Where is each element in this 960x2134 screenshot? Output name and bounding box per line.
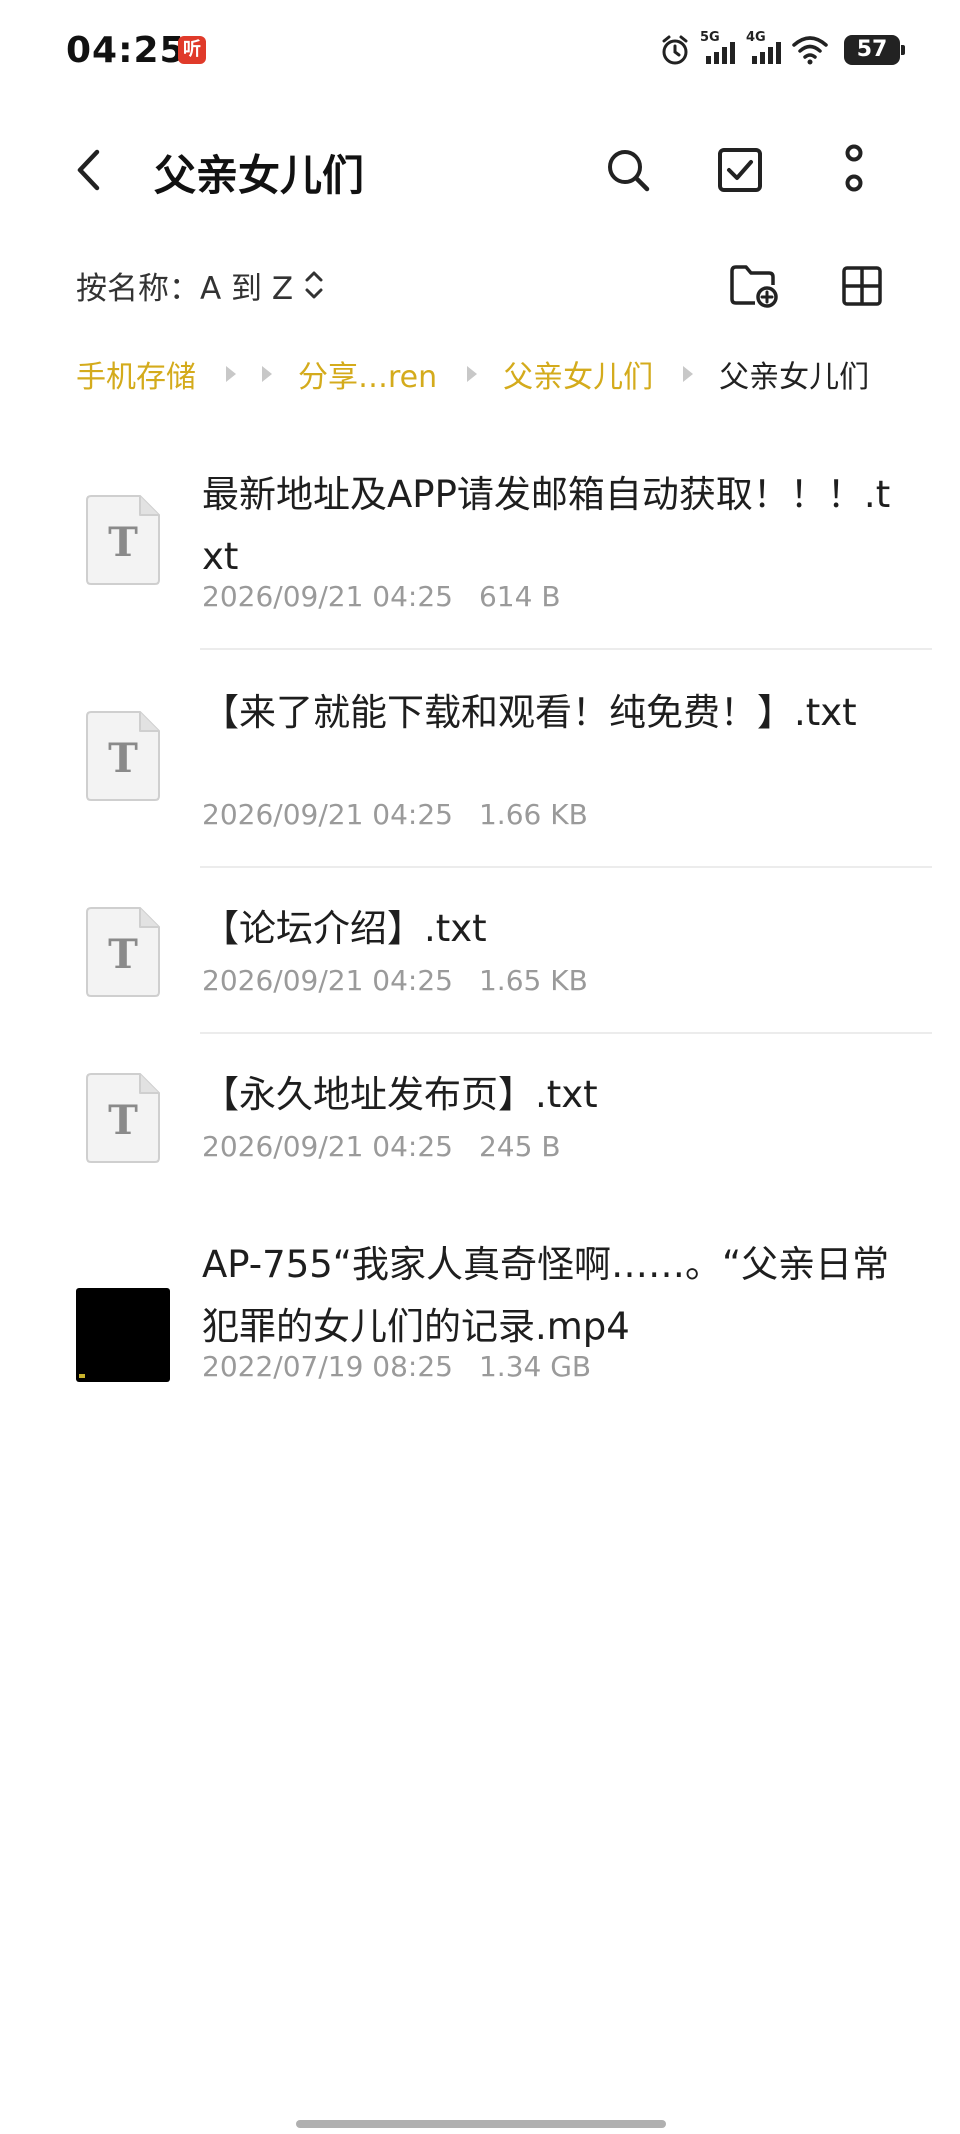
- signal-5g-icon: 5G: [700, 30, 736, 66]
- sort-label: 按名称：A 到 Z: [76, 270, 294, 307]
- svg-text:T: T: [108, 931, 138, 978]
- file-list: T 最新地址及APP请发邮箱自动获取！！！.txt 2026/09/21 04:…: [0, 454, 960, 1420]
- gesture-navigation-bar[interactable]: [296, 2120, 666, 2128]
- file-date: 2026/09/21 04:25: [202, 798, 453, 831]
- grid-view-button[interactable]: [830, 254, 894, 318]
- breadcrumb-item-share[interactable]: 分享…ren: [298, 352, 437, 396]
- file-list-item[interactable]: T 【永久地址发布页】.txt 2026/09/21 04:25 245 B: [0, 1034, 960, 1200]
- more-vertical-icon: [845, 144, 863, 192]
- new-folder-button[interactable]: [722, 254, 786, 318]
- breadcrumb-separator-icon: [467, 366, 478, 382]
- grid-view-icon: [842, 266, 882, 306]
- battery-indicator: 57: [844, 35, 905, 65]
- file-name: 【永久地址发布页】.txt: [202, 1073, 598, 1116]
- file-name: 最新地址及APP请发邮箱自动获取！！！.txt: [202, 473, 891, 578]
- back-button[interactable]: [58, 138, 122, 202]
- file-list-item[interactable]: T 最新地址及APP请发邮箱自动获取！！！.txt 2026/09/21 04:…: [0, 454, 960, 650]
- file-list-item[interactable]: T 【论坛介绍】.txt 2026/09/21 04:25 1.65 KB: [0, 868, 960, 1034]
- file-manager-screen: 04:25 听 5G 4G 57 父亲女儿们 按名称：A 到 Z 手机存储 分享…: [0, 0, 960, 2134]
- text-file-icon: T: [86, 495, 160, 585]
- file-size: 614 B: [478, 580, 561, 613]
- text-file-icon: T: [86, 711, 160, 801]
- notification-app-icon: 听: [178, 36, 206, 64]
- file-meta: 2022/07/19 08:25 1.34 GB: [202, 1350, 591, 1383]
- breadcrumb-separator-icon: [683, 366, 694, 382]
- text-file-icon: T: [86, 907, 160, 997]
- breadcrumb-item-current: 父亲女儿们: [719, 360, 870, 395]
- sort-order-toggle[interactable]: 按名称：A 到 Z: [76, 260, 325, 310]
- file-list-item[interactable]: AP-755“我家人真奇怪啊……。“父亲日常犯罪的女儿们的记录.mp4 2022…: [0, 1200, 960, 1420]
- search-button[interactable]: [596, 138, 660, 202]
- new-folder-icon: [730, 265, 778, 308]
- page-title: 父亲女儿们: [154, 151, 365, 200]
- file-size: 245 B: [478, 1130, 561, 1163]
- breadcrumb-separator-icon: [262, 366, 272, 382]
- breadcrumb-item-phone-storage[interactable]: 手机存储: [76, 352, 196, 396]
- status-bar: 04:25 听 5G 4G 57: [0, 0, 960, 110]
- wifi-icon: [792, 35, 828, 65]
- file-meta: 2026/09/21 04:25 614 B: [202, 580, 561, 613]
- breadcrumb-item-parent-folder[interactable]: 父亲女儿们: [503, 352, 653, 396]
- file-name: AP-755“我家人真奇怪啊……。“父亲日常犯罪的女儿们的记录.mp4: [202, 1243, 890, 1348]
- alarm-icon: [660, 34, 690, 66]
- multi-select-button[interactable]: [708, 138, 772, 202]
- sort-toolbar: 按名称：A 到 Z: [0, 252, 960, 320]
- file-name: 【来了就能下载和观看！纯免费！】.txt: [202, 691, 857, 734]
- more-options-button[interactable]: [822, 138, 886, 202]
- file-meta: 2026/09/21 04:25 245 B: [202, 1130, 561, 1163]
- checkbox-select-icon: [718, 148, 762, 192]
- sort-updown-icon: [305, 271, 323, 299]
- file-size: 1.66 KB: [478, 798, 588, 831]
- breadcrumb: 手机存储 分享…ren 父亲女儿们 父亲女儿们: [76, 350, 869, 398]
- text-file-icon: T: [86, 1073, 160, 1163]
- status-indicators: 5G 4G 57: [660, 30, 905, 70]
- file-size: 1.34 GB: [478, 1350, 592, 1383]
- file-meta: 2026/09/21 04:25 1.66 KB: [202, 798, 588, 831]
- file-date: 2026/09/21 04:25: [202, 580, 453, 613]
- svg-text:T: T: [108, 519, 138, 566]
- file-date: 2022/07/19 08:25: [202, 1350, 453, 1383]
- file-size: 1.65 KB: [478, 964, 588, 997]
- file-date: 2026/09/21 04:25: [202, 964, 453, 997]
- breadcrumb-separator-icon: [226, 366, 236, 382]
- file-date: 2026/09/21 04:25: [202, 1130, 453, 1163]
- app-bar: 父亲女儿们: [0, 120, 960, 220]
- video-thumbnail: [76, 1288, 170, 1382]
- search-icon: [608, 150, 650, 192]
- svg-text:T: T: [108, 1097, 138, 1144]
- status-time: 04:25: [66, 30, 186, 71]
- file-meta: 2026/09/21 04:25 1.65 KB: [202, 964, 588, 997]
- file-list-item[interactable]: T 【来了就能下载和观看！纯免费！】.txt 2026/09/21 04:25 1…: [0, 650, 960, 868]
- file-name: 【论坛介绍】.txt: [202, 907, 487, 950]
- back-arrow-icon: [77, 149, 100, 191]
- signal-4g-icon: 4G: [746, 30, 782, 66]
- svg-text:T: T: [108, 735, 138, 782]
